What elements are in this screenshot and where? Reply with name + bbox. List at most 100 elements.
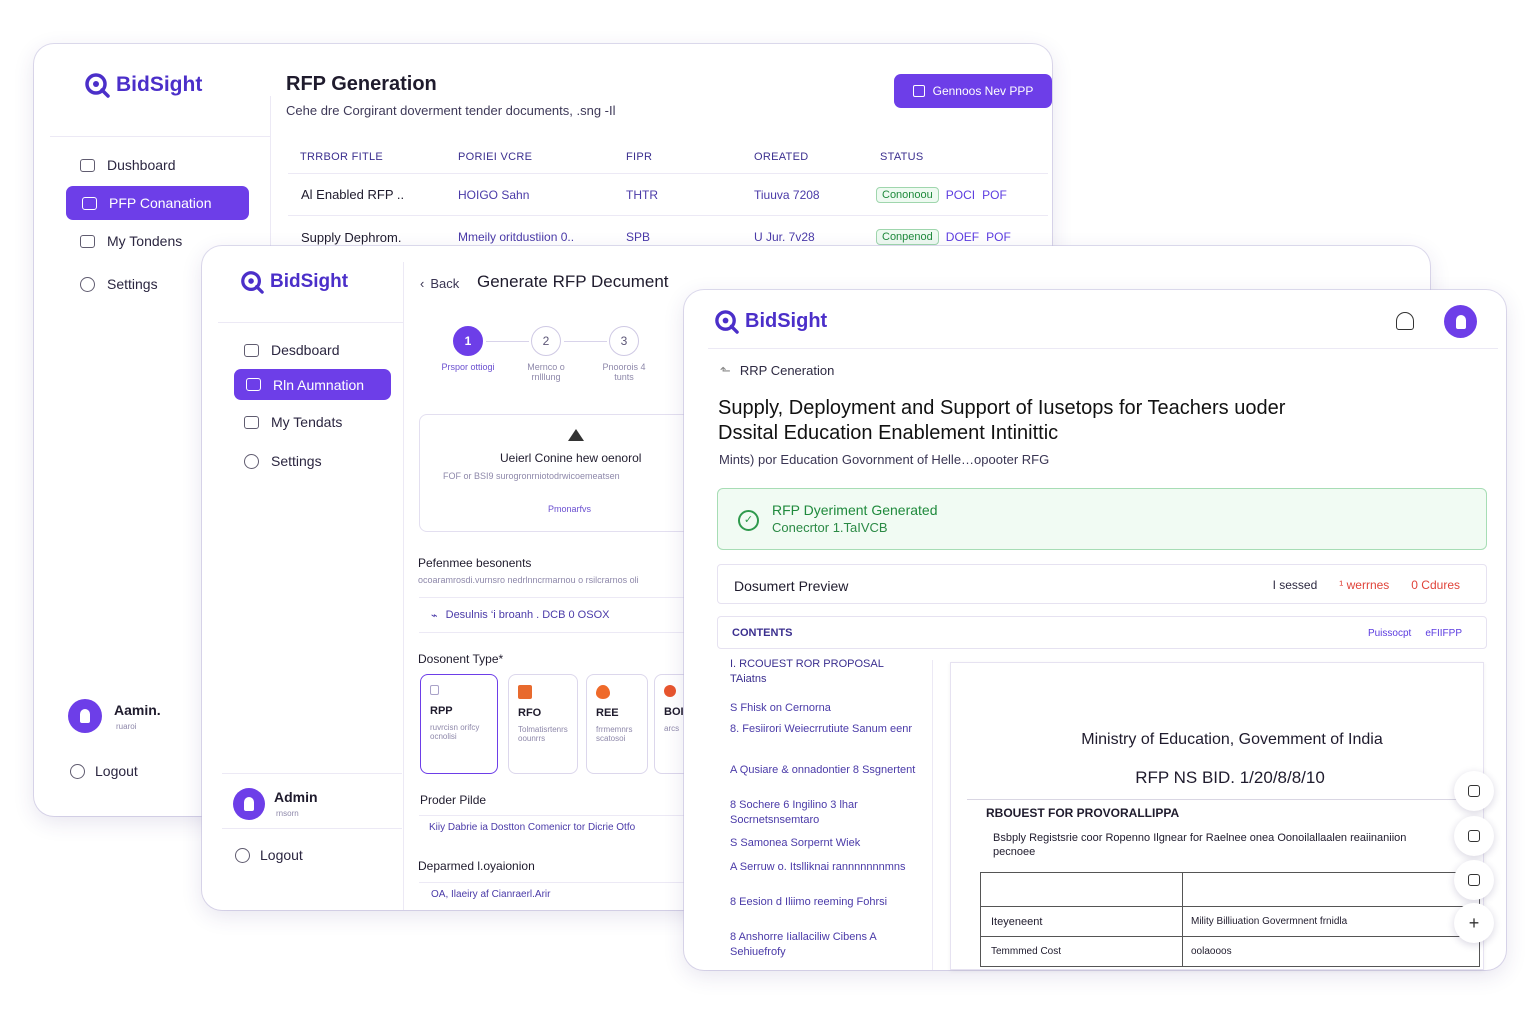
toc-item[interactable]: I. RCOUEST ROR PROPOSAL TAiatns: [730, 657, 920, 687]
warnings-count[interactable]: ¹ werrnes: [1339, 578, 1389, 592]
toolbar-button-2[interactable]: [1454, 816, 1494, 856]
user-name: Aamin.: [114, 702, 161, 718]
tender-title: Supply, Deployment and Support of Iuseto…: [718, 397, 1286, 444]
list-icon: [80, 234, 95, 248]
avatar[interactable]: [68, 699, 102, 733]
status-badge: Cononoou: [876, 186, 939, 203]
status-badge: Conpenod: [876, 229, 939, 245]
toc-item[interactable]: S Fhisk on Cernorna: [730, 701, 920, 716]
step-2[interactable]: 2: [531, 326, 561, 356]
success-alert: ✓ RFP Dyeriment Generated Conecrtor 1.Ta…: [717, 488, 1487, 550]
step-1[interactable]: 1: [453, 326, 483, 356]
back-link[interactable]: ‹ Back: [420, 276, 459, 291]
toc-item[interactable]: 8 Anshorre Iiallaciliw Cibens A Sehiuefr…: [730, 930, 920, 960]
col-created: OREATED: [754, 150, 809, 163]
logo-icon: [241, 271, 264, 294]
toc-item[interactable]: A Serruw o. Itslliknai rannnnnnnmns: [730, 860, 920, 875]
gear-icon: [80, 276, 95, 292]
document-stack-icon: [518, 685, 532, 699]
upload-hint: FOF or BSI9 surogronrniotodrwicoemeatsen: [443, 471, 620, 481]
user-icon: [244, 797, 254, 811]
department-input[interactable]: OA, Ilaeiry af Cianraerl.Arir: [419, 882, 699, 906]
col-title: TRRBOR FITLE: [300, 150, 384, 163]
user-role: rnsorn: [276, 809, 299, 818]
brand-logo[interactable]: BidSight: [714, 309, 827, 334]
doc-table: Iteyeneent Mility Billiuation Govermnent…: [980, 872, 1480, 967]
page-subtitle: Cehe dre Corgirant doverment tender docu…: [286, 103, 616, 118]
document-icon: [430, 685, 439, 695]
logout-button[interactable]: Logout: [70, 761, 190, 781]
toolbar-button-1[interactable]: [1454, 771, 1494, 811]
doc-description: Bsbply Registsrie coor Ropenno Ilgnear f…: [993, 832, 1407, 858]
gear-icon: [244, 453, 259, 469]
generate-new-button[interactable]: Gennoos Nev PPP: [894, 74, 1052, 108]
sidebar-item-my-tenders[interactable]: My Tendats: [244, 412, 394, 432]
table-row: Iteyeneent Mility Billiuation Govermnent…: [980, 906, 1480, 937]
download-link[interactable]: POCI: [946, 188, 975, 202]
doc-rfp-number: RFP NS BID. 1/20/8/8/10: [1135, 768, 1325, 787]
user-role: ruaroi: [116, 722, 137, 731]
doc-type-rfe[interactable]: REE frrmemnrs scatosoi: [586, 674, 648, 774]
col-type: FIPR: [626, 150, 653, 163]
brand-logo[interactable]: BidSight: [84, 72, 202, 98]
plus-icon: +: [1468, 912, 1480, 933]
logout-divider: [222, 828, 402, 829]
brand-name: BidSight: [745, 310, 828, 332]
reference-documents-label: Pefenmee besonents: [418, 556, 532, 570]
export-button[interactable]: Puissocpt: [1368, 628, 1411, 639]
step-3[interactable]: 3: [609, 326, 639, 356]
add-button[interactable]: +: [1454, 903, 1494, 943]
toolbar-button-3[interactable]: [1454, 860, 1494, 900]
toc-item[interactable]: 8 Eesion d Iliimo reeming Fohrsi: [730, 895, 920, 910]
bell-icon[interactable]: [1396, 312, 1414, 330]
toc-item[interactable]: S Samonea Sorpernt Wiek: [730, 836, 920, 851]
doc-type-rfq[interactable]: RFO Tolmatisrtenrs oounrrs: [508, 674, 578, 774]
toc-item[interactable]: A Qusiare & onnadontier 8 Ssgnertent: [730, 763, 920, 778]
table-row: [980, 872, 1480, 907]
sidebar-item-dashboard[interactable]: Dushboard: [80, 154, 250, 176]
doc-ministry: Ministry of Education, Govemment of Indi…: [1081, 731, 1383, 748]
breadcrumb[interactable]: ⬑ RRP Ceneration: [720, 363, 834, 379]
contents-title: CONTENTS: [732, 627, 793, 639]
logo-icon: [715, 310, 739, 334]
preview-meta: I sessed ¹ werrnes 0 Cdures: [1272, 578, 1460, 592]
browse-files-link[interactable]: Pmonarfvs: [548, 504, 591, 514]
logout-button[interactable]: Logout: [235, 845, 355, 865]
errors-count[interactable]: 0 Cdures: [1411, 578, 1460, 592]
avatar[interactable]: [1444, 305, 1477, 338]
download-link[interactable]: POF: [986, 230, 1011, 244]
header-divider: [708, 348, 1498, 349]
alert-title: RFP Dyeriment Generated: [772, 502, 938, 518]
download-link[interactable]: POF: [982, 188, 1007, 202]
document-plus-icon: [912, 85, 925, 97]
reference-file-chip[interactable]: ⌁ Desulnis ‘i broanh . DCB 0 OSOX: [419, 597, 699, 633]
toc-item[interactable]: 8. Fesiirori Weiecrrutiute Sanum eenr: [730, 722, 920, 737]
sidebar-item-rfp-generation[interactable]: PFP Conanation: [66, 186, 249, 220]
square-icon: [1468, 830, 1480, 842]
avatar[interactable]: [233, 788, 265, 820]
toc-divider: [932, 660, 933, 970]
preview-title: Dosumert Preview: [734, 578, 849, 594]
logo-icon: [85, 73, 110, 98]
toc-item[interactable]: 8 Sochere 6 Ingilino 3 lhar Socrnetsnsem…: [730, 798, 920, 828]
tender-title-input[interactable]: Kiiy Dabrie ia Dostton Comenicr tor Dicr…: [419, 815, 699, 841]
page-title: Generate RFP Decument: [477, 272, 669, 291]
download-link[interactable]: DOEF: [946, 230, 979, 244]
brand-logo[interactable]: BidSight: [240, 270, 348, 294]
sidebar-item-settings[interactable]: Settings: [244, 451, 394, 471]
step-connector: [486, 341, 529, 342]
doc-type-rfp[interactable]: RPP ruvrcisn orifcy ocnolisi: [420, 674, 498, 774]
col-department: PORIEI VCRE: [458, 150, 533, 163]
table-row[interactable]: Al Enabled RFP .. HOIGO Sahn THTR Tiuuva…: [288, 174, 1048, 216]
header-divider: [50, 136, 270, 137]
upload-title: Ueierl Conine hew oenorol: [500, 451, 642, 465]
sidebar-divider: [403, 262, 404, 910]
export-pdf-button[interactable]: eFIIFPP: [1425, 628, 1462, 639]
tender-title-label: Proder Pilde: [420, 793, 487, 807]
step-connector: [564, 341, 607, 342]
sidebar-item-dashboard[interactable]: Desdboard: [244, 340, 394, 360]
chevron-left-icon: ‹: [420, 276, 425, 291]
document-type-label: Dosonent Type*: [418, 652, 504, 666]
sidebar-item-rfp-automation[interactable]: Rln Aumnation: [234, 369, 391, 400]
col-status: STATUS: [880, 150, 924, 163]
